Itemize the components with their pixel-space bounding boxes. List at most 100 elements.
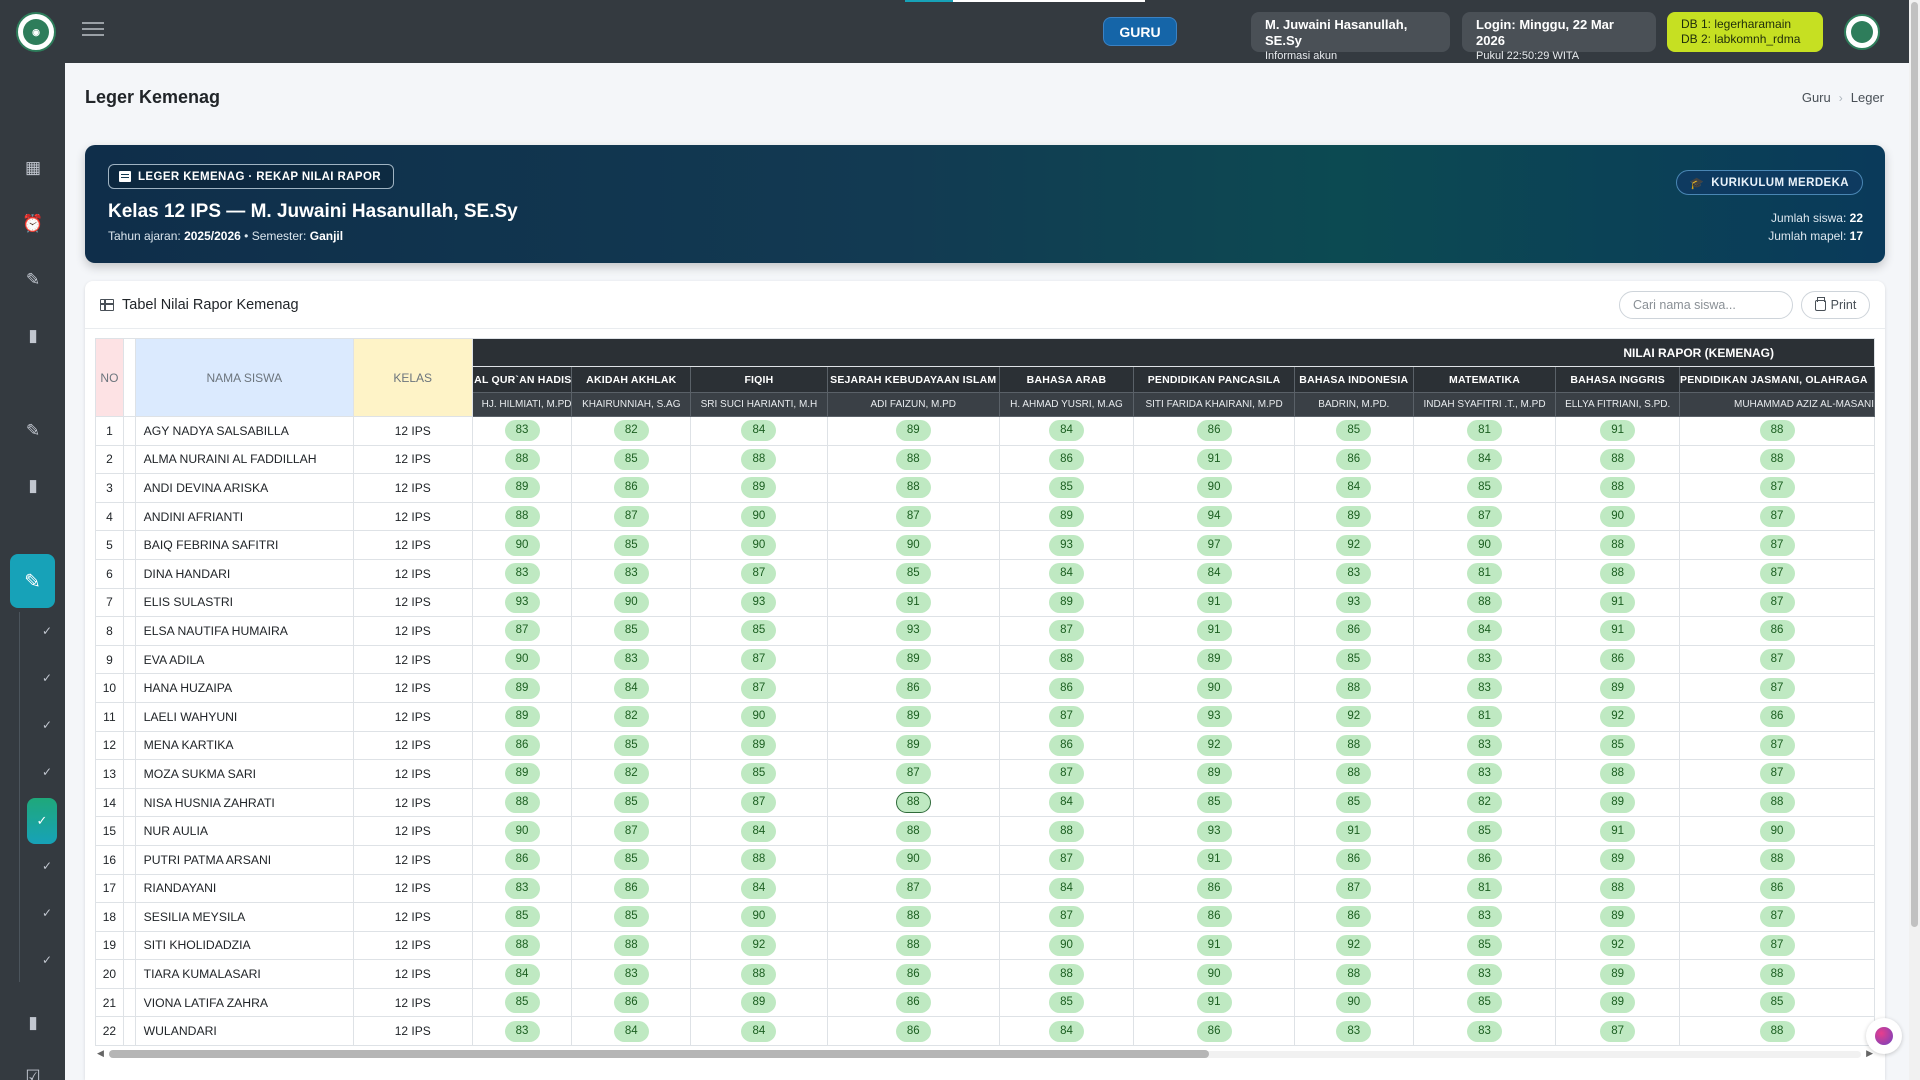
score-pill[interactable]: 92 xyxy=(1600,706,1636,728)
score-pill[interactable]: 90 xyxy=(504,649,540,671)
score-pill[interactable]: 87 xyxy=(504,620,540,642)
score-pill[interactable]: 86 xyxy=(1196,877,1232,899)
score-pill[interactable]: 89 xyxy=(1048,591,1084,613)
pencil-icon[interactable]: ✎ xyxy=(10,554,55,608)
score-pill[interactable]: 88 xyxy=(1600,477,1636,499)
account-info[interactable]: M. Juwaini Hasanullah, SE.Sy Informasi a… xyxy=(1251,12,1450,62)
score-pill[interactable]: 91 xyxy=(1600,420,1636,442)
score-pill[interactable]: 83 xyxy=(1467,677,1503,699)
score-pill[interactable]: 91 xyxy=(895,591,931,613)
score-pill[interactable]: 86 xyxy=(1196,1020,1232,1042)
score-pill[interactable]: 88 xyxy=(504,934,540,956)
score-pill[interactable]: 89 xyxy=(504,763,540,785)
score-pill[interactable]: 91 xyxy=(1600,591,1636,613)
score-pill[interactable]: 83 xyxy=(1467,734,1503,756)
score-pill[interactable]: 81 xyxy=(1467,420,1503,442)
score-pill[interactable]: 88 xyxy=(1759,963,1795,985)
score-pill[interactable]: 87 xyxy=(613,820,649,842)
score-pill[interactable]: 85 xyxy=(504,906,540,928)
score-pill[interactable]: 87 xyxy=(895,877,931,899)
score-pill[interactable]: 90 xyxy=(1196,477,1232,499)
menu-icon[interactable] xyxy=(82,20,104,38)
score-pill[interactable]: 92 xyxy=(1336,534,1372,556)
score-pill[interactable]: 85 xyxy=(1336,649,1372,671)
score-pill[interactable]: 91 xyxy=(1196,620,1232,642)
score-pill[interactable]: 87 xyxy=(613,506,649,528)
score-pill[interactable]: 87 xyxy=(1759,563,1795,585)
score-pill[interactable]: 93 xyxy=(1196,820,1232,842)
scroll-thumb[interactable] xyxy=(1911,2,1918,927)
check-icon[interactable]: ✓ xyxy=(40,671,54,685)
score-pill[interactable]: 88 xyxy=(1048,820,1084,842)
score-pill[interactable]: 92 xyxy=(1196,734,1232,756)
score-pill[interactable]: 87 xyxy=(1759,477,1795,499)
score-pill[interactable]: 87 xyxy=(1759,591,1795,613)
vertical-scrollbar[interactable] xyxy=(1909,0,1920,1080)
score-pill[interactable]: 88 xyxy=(1336,734,1372,756)
score-pill[interactable]: 88 xyxy=(741,963,777,985)
score-pill[interactable]: 87 xyxy=(1048,706,1084,728)
score-pill[interactable]: 86 xyxy=(1048,448,1084,470)
score-pill[interactable]: 92 xyxy=(1600,934,1636,956)
score-pill[interactable]: 90 xyxy=(741,706,777,728)
score-pill[interactable]: 85 xyxy=(1467,934,1503,956)
score-pill[interactable]: 88 xyxy=(895,906,931,928)
score-pill[interactable]: 85 xyxy=(613,620,649,642)
score-pill[interactable]: 91 xyxy=(1196,934,1232,956)
score-pill[interactable]: 84 xyxy=(1048,420,1084,442)
score-pill[interactable]: 88 xyxy=(1336,763,1372,785)
score-pill[interactable]: 89 xyxy=(1600,963,1636,985)
score-pill[interactable]: 97 xyxy=(1196,534,1232,556)
score-pill[interactable]: 85 xyxy=(1048,477,1084,499)
app-logo[interactable]: ◉ xyxy=(16,12,56,52)
score-pill[interactable]: 84 xyxy=(1467,620,1503,642)
score-pill[interactable]: 88 xyxy=(1467,591,1503,613)
score-pill[interactable]: 88 xyxy=(895,934,931,956)
score-pill[interactable]: 85 xyxy=(613,734,649,756)
check-icon[interactable]: ✓ xyxy=(40,718,54,732)
horizontal-scrollbar[interactable]: ◀ ▶ xyxy=(95,1048,1875,1060)
score-pill[interactable]: 88 xyxy=(504,448,540,470)
score-pill[interactable]: 88 xyxy=(1336,963,1372,985)
score-pill[interactable]: 84 xyxy=(1196,563,1232,585)
score-pill[interactable]: 83 xyxy=(1467,963,1503,985)
score-pill[interactable]: 86 xyxy=(504,734,540,756)
check-icon[interactable]: ✓ xyxy=(40,624,54,638)
score-pill[interactable]: 90 xyxy=(1759,820,1795,842)
score-pill[interactable]: 85 xyxy=(1467,992,1503,1014)
score-pill[interactable]: 86 xyxy=(1759,877,1795,899)
role-badge[interactable]: GURU xyxy=(1103,17,1177,46)
score-pill[interactable]: 87 xyxy=(1048,906,1084,928)
score-pill[interactable]: 91 xyxy=(1196,591,1232,613)
score-pill[interactable]: 90 xyxy=(895,849,931,871)
check-icon[interactable]: ✓ xyxy=(40,906,54,920)
score-pill[interactable]: 86 xyxy=(504,849,540,871)
col-no-header[interactable]: NO xyxy=(95,338,124,417)
score-pill[interactable]: 87 xyxy=(1600,1020,1636,1042)
score-pill[interactable]: 91 xyxy=(1196,448,1232,470)
table-scroll-area[interactable]: NO NAMA SISWA KELAS NILAI RAPOR (KEMENAG… xyxy=(95,338,1875,1046)
score-pill[interactable]: 84 xyxy=(741,820,777,842)
score-pill[interactable]: 88 xyxy=(1759,448,1795,470)
score-pill[interactable]: 88 xyxy=(1759,1020,1795,1042)
score-pill[interactable]: 84 xyxy=(613,1020,649,1042)
score-pill[interactable]: 88 xyxy=(1759,792,1795,814)
check-icon[interactable]: ✓ xyxy=(40,859,54,873)
score-pill[interactable]: 86 xyxy=(1600,649,1636,671)
score-pill[interactable]: 82 xyxy=(613,706,649,728)
score-pill[interactable]: 85 xyxy=(741,763,777,785)
score-pill[interactable]: 93 xyxy=(741,591,777,613)
score-pill[interactable]: 87 xyxy=(1048,763,1084,785)
score-pill[interactable]: 83 xyxy=(1467,763,1503,785)
score-pill[interactable]: 83 xyxy=(1336,1020,1372,1042)
score-pill[interactable]: 91 xyxy=(1196,849,1232,871)
score-pill[interactable]: 89 xyxy=(504,477,540,499)
score-pill[interactable]: 88 xyxy=(895,477,931,499)
score-pill[interactable]: 85 xyxy=(1467,820,1503,842)
score-pill[interactable]: 83 xyxy=(504,1020,540,1042)
score-pill[interactable]: 85 xyxy=(613,792,649,814)
score-pill[interactable]: 89 xyxy=(1600,792,1636,814)
score-pill[interactable]: 89 xyxy=(895,734,931,756)
score-pill[interactable]: 84 xyxy=(1048,877,1084,899)
score-pill[interactable]: 88 xyxy=(613,934,649,956)
